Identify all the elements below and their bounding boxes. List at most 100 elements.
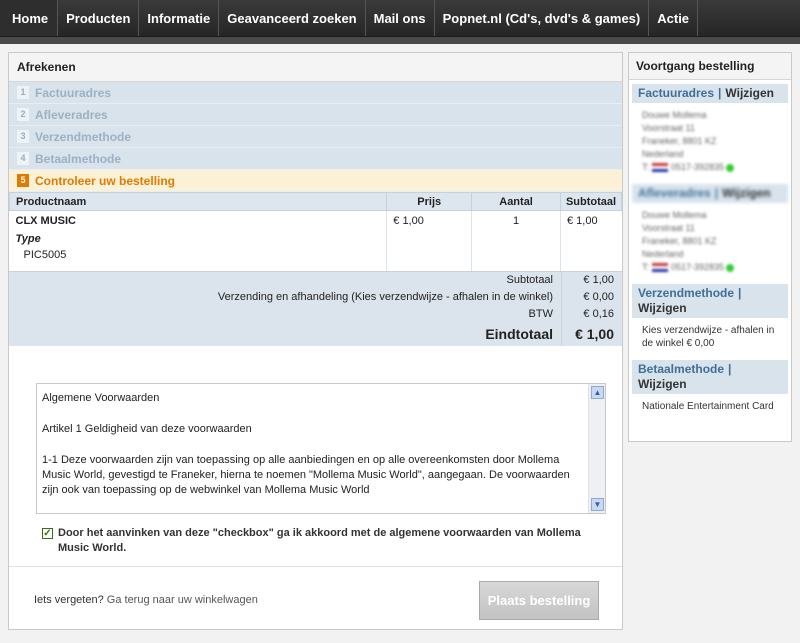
step-verzendmethode[interactable]: 3 Verzendmethode [9,126,622,148]
billing-heading: Factuuradres [638,86,715,100]
terms-scrollbar[interactable]: ▲ ▼ [588,384,605,513]
address-line: Nederland [642,149,684,159]
step-number: 4 [17,152,29,165]
status-icon [726,163,735,172]
nav-actie[interactable]: Actie [649,0,699,36]
terms-agreement: ✓ Door het aanvinken van deze "checkbox"… [42,526,602,556]
nav-informatie[interactable]: Informatie [139,0,220,36]
step-controleer-bestelling: 5 Controleer uw bestelling [9,170,622,192]
status-icon [726,263,735,272]
scroll-down-icon[interactable]: ▼ [591,498,604,511]
address-line: Franeker, 8801 KZ [642,236,717,246]
totals-label: Verzending en afhandeling (Kies verzendw… [217,290,553,303]
address-line: Nederland [642,249,684,259]
col-header-subtotaal: Subtotaal [560,192,622,211]
forgot-text: Iets vergeten? Ga terug naar uw winkelwa… [34,594,258,606]
totals-row-subtotal: Subtotaal € 1,00 [9,271,622,289]
phone-row: T: 0517-392835 [642,261,778,274]
scroll-up-icon[interactable]: ▲ [591,386,604,399]
progress-payment: Betaalmethode | Wijzigen Nationale Enterta… [632,360,788,419]
product-name: CLX MUSIC [15,215,77,227]
step-label: Betaalmethode [35,151,122,166]
step-number: 1 [17,86,29,99]
col-header-productnaam: Productnaam [8,192,388,211]
terms-box[interactable]: Algemene Voorwaarden Artikel 1 Geldighei… [36,383,606,514]
progress-delivery-header: Afleveradres | Wijzigen [632,184,788,203]
flag-icon [652,163,669,172]
product-type-label: Type [15,233,41,245]
nav-mail-ons[interactable]: Mail ons [366,0,435,36]
totals-value: € 0,16 [561,305,622,323]
address-line: Voorstraat 11 [642,123,695,133]
checkout-footer: Iets vergeten? Ga terug naar uw winkelwa… [9,566,622,629]
payment-change-link[interactable]: Wijzigen [638,377,687,391]
totals-label: Subtotaal [506,273,553,286]
sidebar-title: Voortgang bestelling [629,53,791,80]
product-type-value: PIC5005 [23,249,67,261]
product-quantity: 1 [471,210,561,271]
progress-billing: Factuuradres | Wijzigen Douwe Mollema Voor… [632,84,788,180]
address-line: Voorstraat 11 [642,223,695,233]
step-label: Controleer uw bestelling [35,173,176,188]
terms-text: Algemene Voorwaarden Artikel 1 Geldighei… [37,384,588,513]
progress-delivery: Afleveradres | Wijzigen Douwe Mollema Voor… [632,184,788,280]
step-label: Verzendmethode [35,129,132,144]
step-betaalmethode[interactable]: 4 Betaalmethode [9,148,622,170]
totals-value: € 1,00 [561,271,622,289]
product-subtotal: € 1,00 [560,210,622,271]
terms-article: Artikel 1 Geldigheid van deze voorwaarde… [42,423,252,435]
back-to-cart-link[interactable]: Ga terug naar uw winkelwagen [107,594,258,606]
place-order-button[interactable]: Plaats bestelling [479,581,599,620]
progress-payment-header: Betaalmethode | Wijzigen [632,360,788,394]
totals-row-btw: BTW € 0,16 [9,305,622,323]
order-totals: Subtotaal € 1,00 Verzending en afhandeli… [9,270,622,346]
payment-heading: Betaalmethode [638,362,725,376]
product-price: € 1,00 [386,210,472,271]
col-header-prijs: Prijs [386,192,473,211]
delivery-change-link[interactable]: Wijzigen [722,186,771,200]
order-table: Productnaam Prijs Aantal Subtotaal CLX M… [8,192,622,271]
product-cell: CLX MUSIC Type PIC5005 [10,211,387,271]
grand-total-label: Eindtotaal [485,325,553,342]
shipping-change-link[interactable]: Wijzigen [638,301,687,315]
totals-value: € 0,00 [561,288,622,306]
agree-checkbox[interactable]: ✓ [42,528,53,539]
delivery-address: Douwe Mollema Voorstraat 11 Franeker, 88… [632,203,788,280]
progress-shipping-header: Verzendmethode | Wijzigen [632,284,788,318]
step-number: 5 [17,174,29,187]
table-row: CLX MUSIC Type PIC5005 € 1,00 1 € 1,00 [10,210,622,271]
terms-title: Algemene Voorwaarden [42,392,160,404]
payment-method-value: Nationale Entertainment Card [642,401,774,412]
phone-number: 0517-392835 [671,162,725,172]
shipping-heading: Verzendmethode [638,286,735,300]
agree-label: Door het aanvinken van deze "checkbox" g… [58,527,581,554]
billing-address: Douwe Mollema Voorstraat 11 Franeker, 88… [632,103,788,180]
billing-change-link[interactable]: Wijzigen [725,86,774,100]
address-line: Douwe Mollema [642,110,707,120]
step-factuuradres[interactable]: 1 Factuuradres [9,82,622,104]
flag-icon [652,263,669,272]
terms-body: 1-1 Deze voorwaarden zijn van toepassing… [42,454,570,496]
totals-label: BTW [528,307,553,320]
order-progress-sidebar: Voortgang bestelling Factuuradres | Wijzig… [628,52,792,442]
nav-popnet[interactable]: Popnet.nl (Cd's, dvd's & games) [435,0,650,36]
delivery-heading: Afleveradres [638,186,711,200]
step-label: Factuuradres [35,85,112,100]
page-content: Afrekenen 1 Factuuradres 2 Afleveradres … [0,44,800,643]
step-number: 3 [17,130,29,143]
step-number: 2 [17,108,29,121]
address-line: Douwe Mollema [642,210,707,220]
progress-shipping: Verzendmethode | Wijzigen Kies verzendwijz… [632,284,788,356]
top-navigation: Home Producten Informatie Geavanceerd zo… [0,0,800,37]
step-afleveradres[interactable]: 2 Afleveradres [9,104,622,126]
shipping-method-value: Kies verzendwijze - afhalen in de winkel… [642,325,775,349]
nav-home[interactable]: Home [0,0,59,36]
col-header-aantal: Aantal [471,192,561,211]
progress-billing-header: Factuuradres | Wijzigen [632,84,788,103]
address-line: Franeker, 8801 KZ [642,136,717,146]
nav-producten[interactable]: Producten [58,0,140,36]
totals-row-grand: Eindtotaal € 1,00 [9,322,622,346]
nav-advanced-search[interactable]: Geavanceerd zoeken [219,0,366,36]
checkout-panel: Afrekenen 1 Factuuradres 2 Afleveradres … [8,52,623,630]
phone-row: T: 0517-392835 [642,161,778,174]
